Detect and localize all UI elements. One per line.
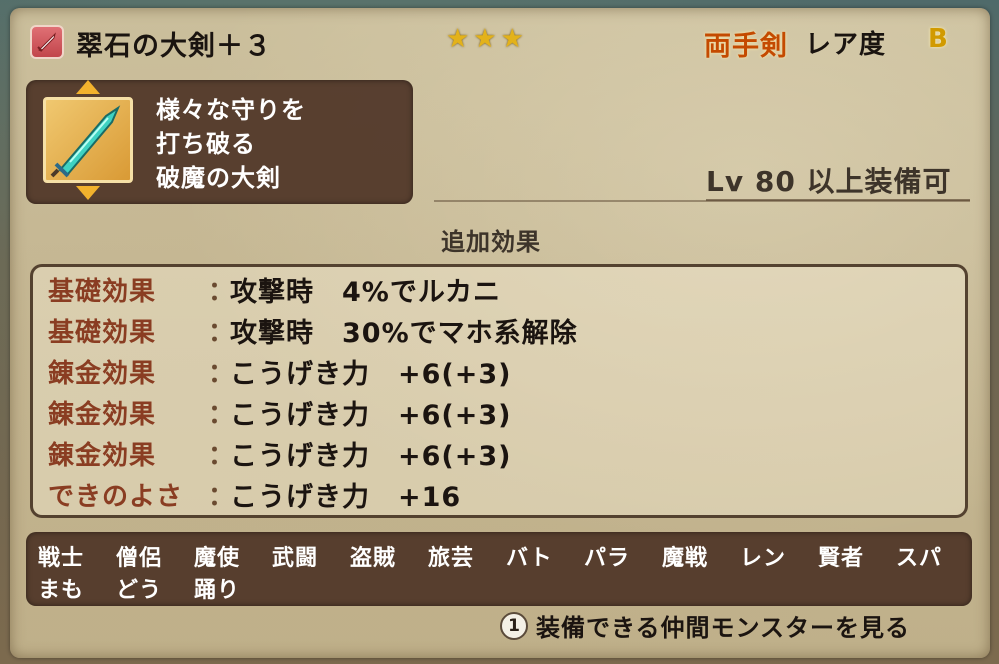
description-line: 様々な守りを xyxy=(156,96,306,124)
job-dancer: 踊り xyxy=(194,578,241,603)
level-requirement: Lv 80 以上装備可 xyxy=(706,165,952,198)
extra-effects-title: 追加効果 xyxy=(441,228,541,256)
great-sword-icon xyxy=(43,97,133,183)
job-thief: 盗賊 xyxy=(350,546,397,571)
rarity-label: レア度 xyxy=(805,30,887,60)
job-paladin: パラ xyxy=(584,546,631,571)
job-magic-warrior: 魔戦 xyxy=(662,546,709,571)
rarity-stars: ★★★ xyxy=(446,24,528,54)
game-screen: 翠石の大剣＋３ ★★★ 両手剣 レア度 B 様々な守りを 打ち破る 破魔の大剣 … xyxy=(0,0,999,664)
effect-row: 基礎効果 ： 攻撃時 4%でルカニ xyxy=(48,272,502,308)
item-name: 翠石の大剣＋３ xyxy=(76,31,272,62)
effect-row: 基礎効果 ： 攻撃時 30%でマホ系解除 xyxy=(48,313,578,349)
effect-row: 錬金効果 ： こうげき力 +6(+3) xyxy=(48,395,512,431)
effect-label: 基礎効果 xyxy=(48,317,157,348)
job-alchemist: どう xyxy=(116,578,163,603)
effect-value: 攻撃時 4%でルカニ xyxy=(230,276,502,308)
effect-label: 基礎効果 xyxy=(48,276,157,307)
effect-value: こうげき力 +16 xyxy=(230,481,462,513)
description-line: 破魔の大剣 xyxy=(156,164,281,192)
job-priest: 僧侶 xyxy=(116,546,163,571)
effect-row: 錬金効果 ： こうげき力 +6(+3) xyxy=(48,354,512,390)
job-ranger: レン xyxy=(740,546,787,571)
effect-row: できのよさ ： こうげき力 +16 xyxy=(48,477,462,513)
effect-value: こうげき力 +6(+3) xyxy=(230,440,512,472)
job-warrior: 戦士 xyxy=(38,546,85,571)
job-entertainer: 旅芸 xyxy=(428,546,475,571)
effect-separator: ： xyxy=(208,440,236,471)
effect-label: できのよさ xyxy=(48,481,184,512)
view-ally-monsters-label: 装備できる仲間モンスターを見る xyxy=(536,614,911,642)
effect-label: 錬金効果 xyxy=(48,358,157,389)
effect-separator: ： xyxy=(208,276,236,307)
effect-value: 攻撃時 30%でマホ系解除 xyxy=(230,317,578,349)
effect-row: 錬金効果 ： こうげき力 +6(+3) xyxy=(48,436,512,472)
scroll-down-arrow-icon[interactable] xyxy=(76,186,100,200)
effect-separator: ： xyxy=(208,317,236,348)
job-martial-artist: 武闘 xyxy=(272,546,319,571)
effect-separator: ： xyxy=(208,358,236,389)
sword-category-icon xyxy=(30,25,64,59)
job-mage: 魔使 xyxy=(194,546,241,571)
scroll-up-arrow-icon[interactable] xyxy=(76,80,100,94)
effect-separator: ： xyxy=(208,481,236,512)
section-divider xyxy=(434,200,970,202)
job-battle-master: バト xyxy=(506,546,553,571)
description-line: 打ち破る xyxy=(156,130,256,158)
effect-value: こうげき力 +6(+3) xyxy=(230,399,512,431)
item-category: 両手剣 xyxy=(704,31,788,62)
effect-separator: ： xyxy=(208,399,236,430)
job-monster-master: まも xyxy=(38,578,85,603)
button-1-icon: 1 xyxy=(500,611,528,640)
job-sage: 賢者 xyxy=(818,546,865,571)
effect-label: 錬金効果 xyxy=(48,399,157,430)
view-ally-monsters-button[interactable]: 1 装備できる仲間モンスターを見る xyxy=(500,608,910,643)
effect-label: 錬金効果 xyxy=(48,440,157,471)
rarity-value: B xyxy=(928,24,949,54)
effect-value: こうげき力 +6(+3) xyxy=(230,358,512,390)
job-super-star: スパ xyxy=(896,546,943,571)
